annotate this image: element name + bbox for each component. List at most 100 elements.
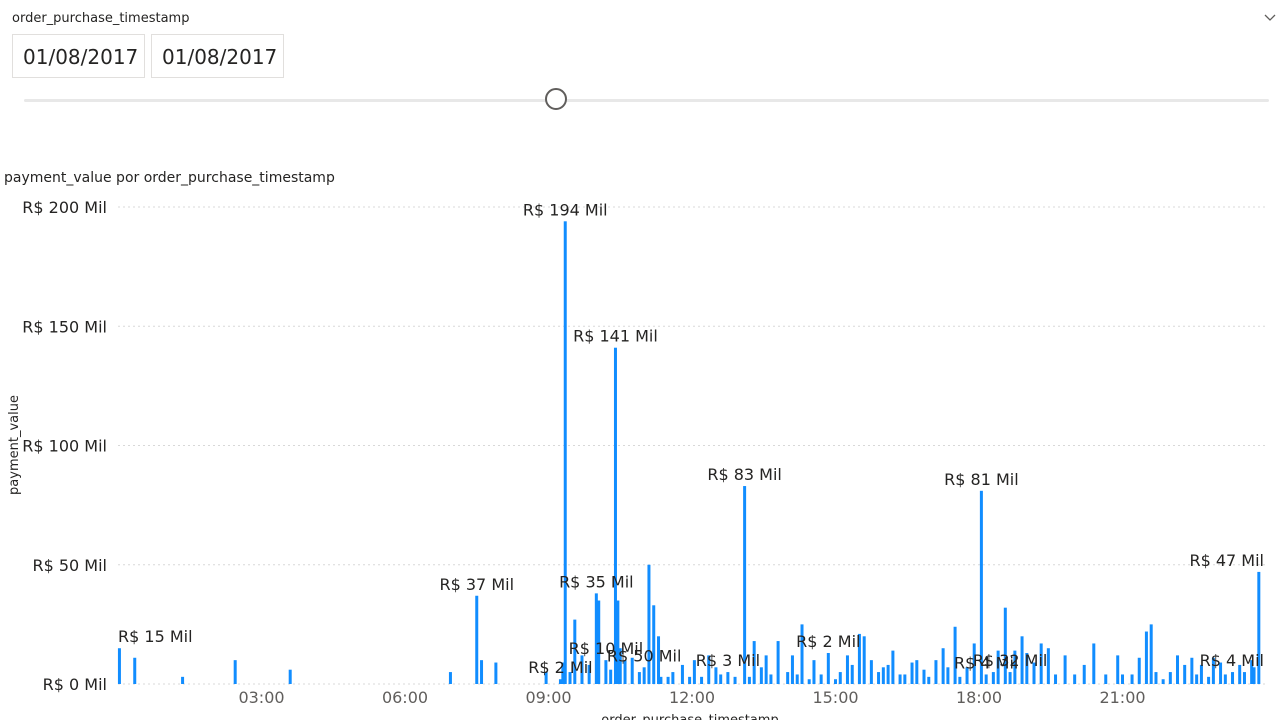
bar	[922, 669, 926, 684]
bar	[881, 667, 885, 684]
bar	[637, 672, 641, 684]
bar	[941, 648, 945, 684]
data-label: R$ 83 Mil	[707, 465, 782, 484]
bar	[1183, 664, 1187, 684]
x-tick-label: 18:00	[956, 688, 1002, 707]
bar	[747, 676, 751, 684]
bar	[1231, 672, 1235, 684]
bar	[1154, 672, 1158, 684]
bar	[891, 650, 895, 684]
bar	[790, 655, 794, 684]
bar	[850, 664, 854, 684]
data-label: R$ 3 Mil	[696, 651, 760, 670]
start-date-input[interactable]: 01/08/2017	[12, 34, 145, 78]
bar	[652, 605, 656, 684]
bar	[1137, 657, 1141, 684]
bar	[1054, 674, 1058, 684]
y-tick-label: R$ 0 Mil	[43, 675, 107, 694]
data-label: R$ 37 Mil	[439, 575, 514, 594]
bar	[1073, 674, 1077, 684]
bar	[117, 648, 121, 684]
bar	[1104, 674, 1108, 684]
bar	[958, 676, 962, 684]
x-tick-label: 03:00	[238, 688, 284, 707]
bar	[1082, 664, 1086, 684]
x-tick-label: 12:00	[669, 688, 715, 707]
bar	[1144, 631, 1148, 684]
chart-title: payment_value por order_purchase_timesta…	[4, 170, 335, 186]
bar	[680, 664, 684, 684]
bar	[795, 674, 799, 684]
bar	[769, 674, 773, 684]
x-tick-label: 21:00	[1099, 688, 1145, 707]
bar	[776, 641, 780, 684]
bar	[1190, 657, 1194, 684]
bar	[1008, 672, 1012, 684]
data-label: R$ 81 Mil	[944, 470, 1019, 489]
bar	[834, 679, 837, 684]
bar	[666, 676, 670, 684]
bar	[700, 676, 704, 684]
bar	[877, 672, 881, 684]
date-range-slider-handle[interactable]	[545, 88, 567, 110]
data-label: R$ 194 Mil	[523, 200, 608, 219]
bar	[1242, 672, 1246, 684]
bar	[984, 674, 988, 684]
data-label: R$ 50 Mil	[607, 646, 682, 665]
data-label: R$ 47 Mil	[1189, 551, 1264, 570]
bar	[233, 660, 237, 684]
bar	[869, 660, 873, 684]
bar	[133, 657, 137, 684]
bar	[1003, 607, 1007, 684]
y-tick-label: R$ 150 Mil	[22, 317, 107, 336]
bar	[1207, 676, 1211, 684]
bar	[288, 669, 292, 684]
data-label: R$ 15 Mil	[118, 627, 193, 646]
bar	[733, 676, 737, 684]
bar	[862, 636, 866, 684]
bar	[181, 676, 185, 684]
bar	[1176, 655, 1180, 684]
date-range-slider-track[interactable]	[24, 99, 1269, 102]
x-axis-title: order_purchase_timestamp	[601, 713, 778, 720]
bar	[475, 595, 479, 684]
bar	[764, 655, 768, 684]
y-tick-label: R$ 200 Mil	[22, 198, 107, 217]
data-label: R$ 2 Mil	[796, 632, 860, 651]
bar	[838, 672, 842, 684]
bar	[991, 672, 995, 684]
bar-chart: R$ 0 Mil R$ 50 Mil R$ 100 Mil R$ 150 Mil R$ …	[7, 198, 1266, 720]
bar	[1195, 674, 1199, 684]
bar	[812, 660, 816, 684]
bar	[563, 221, 567, 684]
bar	[1149, 624, 1153, 684]
data-label: R$ 35 Mil	[559, 572, 634, 591]
data-label: R$ 141 Mil	[573, 327, 658, 346]
bar	[1223, 674, 1227, 684]
bar	[642, 667, 646, 684]
bar	[609, 669, 613, 684]
bar	[807, 679, 811, 684]
x-tick-label: 06:00	[382, 688, 428, 707]
end-date-input[interactable]: 01/08/2017	[151, 34, 284, 78]
bar	[819, 674, 823, 684]
bar	[898, 674, 902, 684]
bar	[448, 672, 452, 684]
bar	[1092, 643, 1096, 684]
x-tick-label: 15:00	[812, 688, 858, 707]
bar	[1168, 672, 1172, 684]
bar	[1130, 674, 1134, 684]
bar	[480, 660, 484, 684]
bar	[494, 662, 498, 684]
chevron-down-icon[interactable]	[1262, 10, 1278, 26]
bar	[719, 674, 723, 684]
bar	[759, 667, 763, 684]
bar	[671, 672, 675, 684]
data-label: R$ 4 Mil	[1200, 651, 1264, 670]
data-label: R$ 32 Mil	[973, 651, 1048, 670]
bar	[1063, 655, 1067, 684]
y-tick-label: R$ 100 Mil	[22, 437, 107, 456]
bar	[1121, 674, 1124, 684]
bar	[726, 672, 730, 684]
bar	[915, 660, 919, 684]
